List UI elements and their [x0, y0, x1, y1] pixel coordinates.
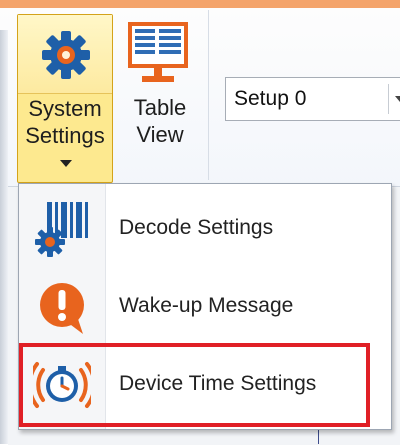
ribbon-separator	[208, 10, 209, 180]
system-settings-icon-area[interactable]	[18, 15, 112, 94]
menu-item-wake-up-message[interactable]: Wake-up Message	[19, 270, 391, 342]
menu-item-label: Decode Settings	[119, 216, 274, 239]
setup-select-dropdown-button[interactable]	[388, 84, 400, 114]
window-left-edge	[0, 30, 8, 444]
menu-item-label: Wake-up Message	[119, 294, 294, 317]
setup-select[interactable]: Setup 0	[225, 77, 400, 121]
monitor-table-icon	[128, 22, 188, 82]
system-settings-button[interactable]: System Settings	[17, 14, 113, 183]
system-settings-label: System Settings	[18, 95, 112, 149]
chevron-down-icon[interactable]	[60, 160, 72, 167]
barcode-gear-icon	[35, 202, 88, 257]
table-view-label-line2: View	[136, 122, 184, 147]
chevron-down-icon	[395, 96, 400, 102]
system-settings-label-line2: Settings	[25, 123, 105, 148]
system-settings-label-line1: System	[28, 96, 102, 121]
setup-select-value: Setup 0	[234, 87, 307, 110]
table-view-label-line1: Table	[133, 95, 187, 120]
exclamation-bubble-icon	[40, 283, 84, 334]
menu-item-decode-settings[interactable]: Decode Settings	[19, 192, 391, 264]
highlight-box	[19, 343, 370, 427]
top-accent-bar	[0, 0, 400, 8]
table-view-button[interactable]: Table View	[120, 14, 200, 174]
table-view-label: Table View	[120, 94, 200, 148]
gear-icon	[42, 31, 90, 79]
